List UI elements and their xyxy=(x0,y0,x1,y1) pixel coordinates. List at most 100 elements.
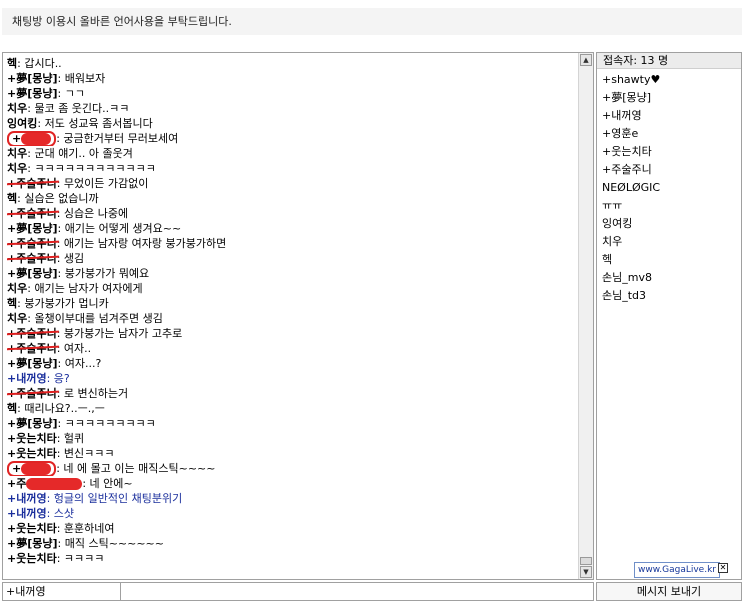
message-text: 훈훈하네여 xyxy=(63,522,115,535)
message-nickname[interactable]: +주술주니 xyxy=(7,176,57,191)
message-text: 여자...? xyxy=(64,357,102,370)
user-list-item[interactable]: ㅠㅠ xyxy=(602,197,741,215)
message-separator: : xyxy=(56,342,64,355)
message-nickname[interactable]: +웃는치타 xyxy=(7,522,57,535)
user-list-item[interactable]: +夢[몽냥] xyxy=(602,89,741,107)
message-text: 붕가붕가는 남자가 고추로 xyxy=(63,327,183,340)
message-nickname[interactable]: +주술주니 xyxy=(7,251,57,266)
message-text: 애기는 어떻게 생겨요~~ xyxy=(64,222,182,235)
user-list-item[interactable]: 헥 xyxy=(602,251,741,269)
user-list-item[interactable]: +영훈e xyxy=(602,125,741,143)
chat-message: +夢[몽냥]: 여자...? xyxy=(7,356,575,371)
message-nickname[interactable]: +주술주니 xyxy=(7,206,57,221)
scroll-up-icon[interactable]: ▲ xyxy=(580,54,592,66)
message-nickname[interactable]: 헥 xyxy=(7,297,17,310)
chat-log-panel[interactable]: 헥: 갑시다.. +夢[몽냥]: 배워보자 +夢[몽냥]: ㄱㄱ 치우: 물코 좀 웃… xyxy=(2,52,594,580)
message-nickname[interactable]: +주술주니 xyxy=(7,326,57,341)
message-text: 배워보자 xyxy=(64,72,106,85)
user-list-item[interactable]: 잉여킹 xyxy=(602,215,741,233)
message-separator: : xyxy=(56,237,64,250)
message-nickname[interactable]: 헥 xyxy=(7,57,17,70)
scroll-down-icon[interactable]: ▼ xyxy=(580,566,592,578)
message-nickname[interactable]: +내꺼영 xyxy=(7,372,47,385)
chat-scrollbar[interactable]: ▲ ▼ xyxy=(578,53,593,579)
message-nickname[interactable]: +내꺼영 xyxy=(7,507,47,520)
message-text: ㅋㅋㅋㅋ xyxy=(63,552,105,565)
chat-message: 헥: 실습은 없습니까 xyxy=(7,191,575,206)
message-text: 저도 성교육 좀서봅니다 xyxy=(44,117,153,130)
chat-message: +夢[몽냥]: 배워보자 xyxy=(7,71,575,86)
chat-message: +夢[몽냥]: 매직 스틱~~~~~~ xyxy=(7,536,575,551)
user-list-item[interactable]: +shawty♥ xyxy=(602,71,741,89)
redaction-circle: + xyxy=(7,131,57,146)
user-list-item[interactable]: +내꺼영 xyxy=(602,107,741,125)
chat-message: +웃는치타: 훈훈하네여 xyxy=(7,521,575,536)
message-input[interactable] xyxy=(123,584,589,599)
message-nickname[interactable]: +夢[몽냥] xyxy=(7,417,58,430)
user-list-item[interactable]: 치우 xyxy=(602,233,741,251)
message-nickname[interactable]: +夢[몽냥] xyxy=(7,222,58,235)
message-nickname[interactable]: +웃는치타 xyxy=(7,552,57,565)
chat-message: +夢[몽냥]: ㅋㅋㅋㅋㅋㅋㅋㅋㅋ xyxy=(7,416,575,431)
message-separator: : xyxy=(56,207,64,220)
chat-message: +주술주니: 붕가붕가는 남자가 고추로 xyxy=(7,326,575,341)
scroll-thumb[interactable] xyxy=(580,557,592,565)
user-count-label: 접속자: 13 명 xyxy=(597,53,741,69)
chat-message: +주술주니: 애기는 남자랑 여자랑 붕가붕가하면 xyxy=(7,236,575,251)
message-nickname[interactable]: + xyxy=(12,132,21,145)
message-text: 응? xyxy=(53,372,70,385)
nickname-field[interactable]: +내꺼영 xyxy=(3,583,121,600)
chat-message: +주술주니: 생김 xyxy=(7,251,575,266)
message-separator: : xyxy=(56,432,64,445)
message-nickname[interactable]: +주술주니 xyxy=(7,386,57,401)
message-text: 생김 xyxy=(63,252,85,265)
message-separator: : xyxy=(56,552,64,565)
message-separator: : xyxy=(37,117,45,130)
message-separator: : xyxy=(56,252,64,265)
send-message-button[interactable]: 메시지 보내기 xyxy=(596,582,742,601)
message-nickname[interactable]: 치우 xyxy=(7,147,27,160)
message-nickname[interactable]: +웃는치타 xyxy=(7,447,57,460)
message-text: ㅋㅋㅋㅋㅋㅋㅋㅋㅋㅋㅋㅋ xyxy=(34,162,156,175)
message-nickname[interactable]: +夢[몽냥] xyxy=(7,87,58,100)
chat-message: 치우: 올챙이부대를 넘겨주면 생김 xyxy=(7,311,575,326)
message-separator: : xyxy=(57,87,65,100)
message-nickname[interactable]: 헥 xyxy=(7,192,17,205)
chat-message: +웃는치타: 변신ㅋㅋㅋ xyxy=(7,446,575,461)
user-list-item[interactable]: 손님_mv8 xyxy=(602,269,741,287)
input-row: +내꺼영 xyxy=(2,582,594,601)
message-separator: : xyxy=(46,507,54,520)
chat-messages: 헥: 갑시다.. +夢[몽냥]: 배워보자 +夢[몽냥]: ㄱㄱ 치우: 물코 좀 웃… xyxy=(7,56,575,579)
message-nickname[interactable]: +夢[몽냥] xyxy=(7,72,58,85)
message-nickname[interactable]: +주술주니 xyxy=(7,236,57,251)
chat-message: +내꺼영: 응? xyxy=(7,371,575,386)
chat-message: 치우: 물코 좀 웃긴다..ㅋㅋ xyxy=(7,101,575,116)
message-nickname[interactable]: +夢[몽냥] xyxy=(7,537,58,550)
user-list-item[interactable]: 손님_td3 xyxy=(602,287,741,305)
message-text: 궁금한거부터 무러보세여 xyxy=(63,132,179,145)
chat-message: +夢[몽냥]: 붕가붕가가 뭐예요 xyxy=(7,266,575,281)
user-list-item[interactable]: +웃는치타 xyxy=(602,143,741,161)
message-nickname[interactable]: + xyxy=(12,462,21,475)
message-nickname[interactable]: 헥 xyxy=(7,402,17,415)
user-list-item[interactable]: +주술주니 xyxy=(602,161,741,179)
message-nickname[interactable]: 치우 xyxy=(7,102,27,115)
chat-message: +夢[몽냥]: ㄱㄱ xyxy=(7,86,575,101)
message-nickname[interactable]: +웃는치타 xyxy=(7,432,57,445)
message-separator: : xyxy=(82,477,90,490)
message-nickname[interactable]: 치우 xyxy=(7,312,27,325)
message-nickname[interactable]: 치우 xyxy=(7,282,27,295)
message-nickname[interactable]: +夢[몽냥] xyxy=(7,357,58,370)
message-text: 무었이든 가감없이 xyxy=(63,177,149,190)
message-nickname[interactable]: +주 xyxy=(7,477,26,490)
message-separator: : xyxy=(56,177,64,190)
message-nickname[interactable]: +夢[몽냥] xyxy=(7,267,58,280)
user-list-item[interactable]: NEØLØGIC xyxy=(602,179,741,197)
message-nickname[interactable]: 잉여킹 xyxy=(7,117,37,130)
message-nickname[interactable]: +내꺼영 xyxy=(7,492,47,505)
message-nickname[interactable]: +주술주니 xyxy=(7,341,57,356)
gagalive-brand-link[interactable]: www.GagaLive.kr xyxy=(634,562,720,578)
chat-message: +내꺼영: 헝글의 일반적인 채팅분위기 xyxy=(7,491,575,506)
close-icon[interactable]: ✕ xyxy=(718,563,728,573)
message-nickname[interactable]: 치우 xyxy=(7,162,27,175)
